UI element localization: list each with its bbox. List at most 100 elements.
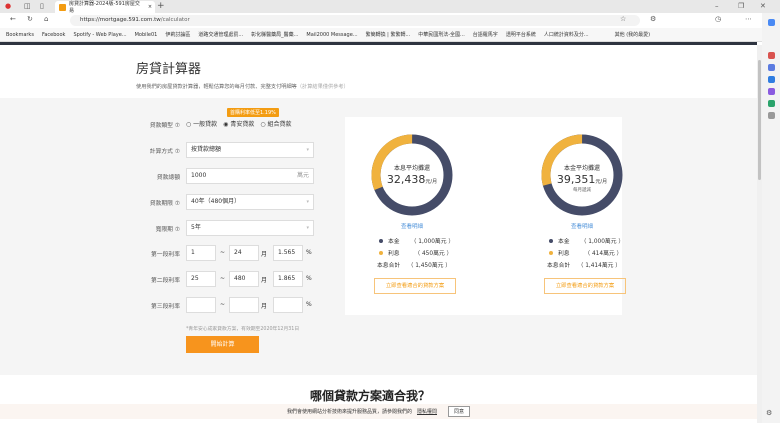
collections-icon[interactable]: ◫ bbox=[24, 2, 31, 10]
payment-unit: 元/月 bbox=[425, 179, 438, 185]
legend-label: 本息合計 bbox=[377, 263, 401, 269]
rate-from-input[interactable] bbox=[186, 297, 216, 313]
rate-label: 第一段利率 bbox=[151, 252, 180, 258]
radio-youth-loan[interactable]: ◉ 青安貸款 bbox=[223, 119, 254, 128]
amount-value: 1000 bbox=[191, 172, 207, 179]
calculate-button[interactable]: 開始計算 bbox=[186, 336, 259, 353]
rate-from-input[interactable]: 25 bbox=[186, 271, 216, 287]
bookmark[interactable]: 透明平台系統 bbox=[506, 31, 536, 38]
month-unit: 月 bbox=[261, 303, 268, 310]
rate-to-input[interactable]: 24 bbox=[229, 245, 259, 261]
bookmark-folder[interactable]: 其他 (我的最愛) bbox=[615, 31, 651, 38]
legend-value: （ 1,000萬元 ） bbox=[580, 239, 625, 245]
back-icon[interactable]: ← bbox=[10, 15, 16, 23]
month-unit: 月 bbox=[261, 251, 268, 258]
principal-dot bbox=[379, 239, 383, 243]
subtitle-note: （計算結果僅供參考） bbox=[296, 84, 349, 90]
rate-input[interactable] bbox=[273, 297, 303, 313]
history-icon[interactable]: ◷ bbox=[715, 15, 721, 23]
rate-label: 第三段利率 bbox=[151, 304, 180, 310]
method-select[interactable]: 按貸款總額 bbox=[186, 142, 314, 158]
interest-dot bbox=[379, 251, 383, 255]
browser-tab[interactable]: 房貸計算器-2024版-591房屋交易 × bbox=[55, 1, 155, 14]
sidebar-app-icon[interactable] bbox=[767, 100, 775, 107]
cookie-text: 我們會使用網站分析技術來提升服務品質，請參閱我們的 bbox=[286, 409, 412, 415]
bookmark[interactable]: 繁簡轉換 | 繁繁轉... bbox=[366, 31, 411, 38]
profile-icon[interactable]: ● bbox=[5, 2, 11, 10]
new-tab-icon[interactable]: + bbox=[157, 1, 165, 11]
minimize-icon[interactable]: – bbox=[715, 2, 719, 10]
payment-amount: 39,351 bbox=[556, 173, 596, 186]
sidebar-app-icon[interactable] bbox=[767, 64, 775, 71]
legend-value: （ 1,000萬元 ） bbox=[410, 239, 455, 245]
tools-icon[interactable] bbox=[767, 52, 775, 59]
legend-value: （ 414萬元 ） bbox=[584, 251, 623, 257]
amount-label: 貸款總額 bbox=[156, 175, 180, 181]
monthly-payment: 39,351元/月 bbox=[540, 173, 624, 186]
bookmark[interactable]: 彰化縣醫藥局_醫藥... bbox=[251, 31, 298, 38]
close-tab-icon[interactable]: × bbox=[148, 4, 152, 10]
bookmark[interactable]: 中華民國刑法-全國... bbox=[418, 31, 465, 38]
legend-label: 本金 bbox=[388, 239, 400, 245]
radio-combo-loan[interactable]: ○ 組合貸款 bbox=[260, 119, 291, 128]
rate-input[interactable]: 1.565 bbox=[273, 245, 303, 261]
bookmark[interactable]: Mobile01 bbox=[135, 32, 158, 38]
tab-actions-icon[interactable]: ▯ bbox=[40, 2, 44, 10]
favorite-star-icon[interactable]: ☆ bbox=[620, 15, 626, 23]
search-icon[interactable] bbox=[767, 19, 775, 26]
outlook-icon[interactable] bbox=[767, 76, 775, 83]
subtitle-text: 使用我們的房屋貸款計算器，輕鬆估算您的每月付款、完整支付明細等 bbox=[136, 84, 297, 90]
rate-input[interactable]: 1.865 bbox=[273, 271, 303, 287]
scrollbar-thumb[interactable] bbox=[758, 60, 761, 180]
site-header-band bbox=[0, 42, 757, 45]
bookmark[interactable]: Bookmarks bbox=[6, 32, 34, 38]
amount-unit: 萬元 bbox=[296, 172, 309, 179]
legend-label: 利息 bbox=[558, 251, 570, 257]
bookmark[interactable]: 人口統計資料及分... bbox=[544, 31, 589, 38]
view-details-link[interactable]: 查看明細 bbox=[370, 222, 454, 230]
bookmark[interactable]: 台語羅馬字 bbox=[473, 31, 498, 38]
view-loan-plans-button[interactable]: 立即查看適合的貸款方案 bbox=[544, 278, 626, 294]
url-host: https://mortgage.591.com.tw bbox=[80, 17, 161, 23]
amount-input[interactable]: 1000 萬元 bbox=[186, 168, 314, 184]
bookmark[interactable]: Spotify - Web Playe... bbox=[73, 32, 126, 38]
donut-label: 本息平均攤還 bbox=[393, 165, 430, 172]
settings-icon[interactable]: ⚙ bbox=[766, 409, 772, 417]
rate-from-input[interactable]: 1 bbox=[186, 245, 216, 261]
radio-general-loan[interactable]: ○ 一般貸款 bbox=[186, 119, 217, 128]
tab-bar: ● ◫ ▯ 房貸計算器-2024版-591房屋交易 × + – ❐ ✕ bbox=[0, 0, 780, 14]
page-title: 房貸計算器 bbox=[136, 62, 202, 77]
extensions-icon[interactable]: ⚙ bbox=[650, 15, 656, 23]
bookmark[interactable]: 道路交通管理處罰... bbox=[198, 31, 243, 38]
bookmark[interactable]: 伊莉討論區 bbox=[165, 31, 190, 38]
rate-to-input[interactable]: 480 bbox=[229, 271, 259, 287]
cookie-agree-button[interactable]: 同意 bbox=[448, 406, 471, 417]
page-subtitle: 使用我們的房屋貸款計算器，輕鬆估算您的每月付款、完整支付明細等（計算結果僅供參考… bbox=[136, 83, 349, 90]
legend-label: 本息合計 bbox=[547, 263, 571, 269]
privacy-link[interactable]: 隱私權問 bbox=[417, 408, 437, 415]
bookmark[interactable]: Facebook bbox=[42, 32, 66, 38]
restore-icon[interactable]: ❐ bbox=[738, 2, 744, 10]
tilde: ~ bbox=[220, 301, 226, 308]
add-icon[interactable] bbox=[767, 112, 775, 119]
rate-to-input[interactable] bbox=[229, 297, 259, 313]
month-unit: 月 bbox=[261, 277, 268, 284]
legend-total: 本息合計 （ 1,414萬元 ） bbox=[547, 260, 621, 269]
method-label: 計算方式 ⑦ bbox=[149, 149, 180, 155]
bookmark[interactable]: Mail2000 Message... bbox=[306, 32, 357, 38]
sidebar-app-icon[interactable] bbox=[767, 88, 775, 95]
legend-value: （ 1,414萬元 ） bbox=[577, 263, 622, 269]
view-loan-plans-button[interactable]: 立即查看適合的貸款方案 bbox=[374, 278, 456, 294]
grace-select[interactable]: 5年 bbox=[186, 220, 314, 236]
view-details-link[interactable]: 查看明細 bbox=[540, 222, 624, 230]
tilde: ~ bbox=[220, 249, 226, 256]
grace-value: 5年 bbox=[191, 224, 201, 231]
close-window-icon[interactable]: ✕ bbox=[760, 2, 766, 10]
principal-dot bbox=[549, 239, 553, 243]
more-icon[interactable]: ⋯ bbox=[745, 15, 752, 23]
address-bar-row: ← ↻ ⌂ https://mortgage.591.com.tw/calcul… bbox=[0, 13, 762, 28]
url-input[interactable]: https://mortgage.591.com.tw/calculator bbox=[70, 15, 640, 26]
refresh-icon[interactable]: ↻ bbox=[27, 15, 33, 23]
home-icon[interactable]: ⌂ bbox=[44, 15, 48, 23]
term-select[interactable]: 40年（480個月） bbox=[186, 194, 314, 210]
